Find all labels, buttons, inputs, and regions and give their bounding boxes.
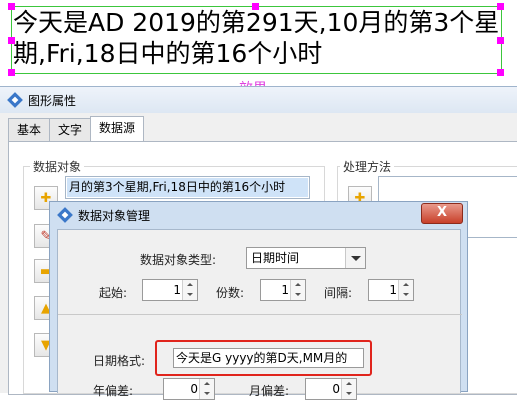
dialog-body: 数据对象类型: 日期时间 起始: 1 份数: 1 间隔: 1 日期格式: 今天是…	[57, 229, 462, 400]
preview-text: 今天是AD 2019的第291天,10月的第3个星期,Fri,18日中的第16个…	[13, 8, 500, 68]
data-object-list[interactable]: 月的第3个星期,Fri,18日中的第16个小时	[65, 176, 310, 199]
data-object-item[interactable]: 月的第3个星期,Fri,18日中的第16个小时	[67, 178, 308, 197]
data-object-manager-dialog: 数据对象管理 X 数据对象类型: 日期时间 起始: 1 份数: 1 间隔: 1 …	[49, 201, 468, 400]
interval-label: 间隔:	[324, 286, 353, 300]
year-offset-stepper[interactable]: 0	[163, 378, 215, 400]
resize-handle-bottom-left[interactable]	[8, 69, 15, 76]
tab-basic[interactable]: 基本	[8, 118, 51, 141]
year-offset-label: 年偏差:	[93, 384, 134, 398]
month-offset-stepper[interactable]: 0	[305, 378, 357, 400]
spin-arrows-icon[interactable]	[398, 280, 413, 300]
data-objects-label: 数据对象	[30, 158, 85, 175]
date-format-label: 日期格式:	[93, 354, 146, 368]
count-label: 份数:	[216, 286, 245, 300]
close-button[interactable]: X	[421, 203, 463, 224]
preview-text-object[interactable]: 今天是AD 2019的第291天,10月的第3个星期,Fri,18日中的第16个…	[11, 6, 502, 74]
year-offset-value: 0	[190, 382, 198, 396]
spin-arrows-icon[interactable]	[290, 280, 305, 300]
resize-handle-top-left[interactable]	[8, 3, 15, 10]
dialog-titlebar: 数据对象管理	[50, 202, 467, 228]
object-type-value: 日期时间	[251, 251, 300, 265]
count-value: 1	[281, 283, 289, 297]
window-title: 图形属性	[28, 93, 77, 108]
tab-text[interactable]: 文字	[49, 118, 92, 141]
month-offset-value: 0	[332, 382, 340, 396]
tab-data-source[interactable]: 数据源	[90, 116, 145, 142]
resize-handle-right-mid[interactable]	[497, 37, 504, 44]
object-type-label: 数据对象类型:	[140, 253, 217, 267]
chevron-down-icon[interactable]	[345, 248, 365, 268]
resize-handle-left-mid[interactable]	[8, 37, 15, 44]
spin-arrows-icon[interactable]	[182, 280, 197, 300]
start-label: 起始:	[99, 286, 128, 300]
dialog-title: 数据对象管理	[78, 208, 151, 223]
process-method-label: 处理方法	[340, 158, 395, 175]
start-stepper[interactable]: 1	[142, 279, 198, 301]
highlight-box	[155, 340, 372, 376]
window-titlebar: 图形属性	[0, 87, 517, 113]
dialog-app-icon	[57, 207, 73, 223]
month-offset-label: 月偏差:	[249, 384, 290, 398]
object-type-select[interactable]: 日期时间	[246, 247, 366, 269]
app-icon	[7, 92, 23, 108]
section-divider	[58, 314, 462, 315]
start-value: 1	[173, 283, 181, 297]
interval-stepper[interactable]: 1	[368, 279, 414, 301]
count-stepper[interactable]: 1	[260, 279, 306, 301]
spin-arrows-icon[interactable]	[341, 379, 356, 399]
resize-handle-top-right[interactable]	[497, 3, 504, 10]
spin-arrows-icon[interactable]	[199, 379, 214, 399]
resize-handle-top-mid[interactable]	[252, 3, 259, 10]
interval-value: 1	[389, 283, 397, 297]
resize-handle-bottom-right[interactable]	[497, 69, 504, 76]
